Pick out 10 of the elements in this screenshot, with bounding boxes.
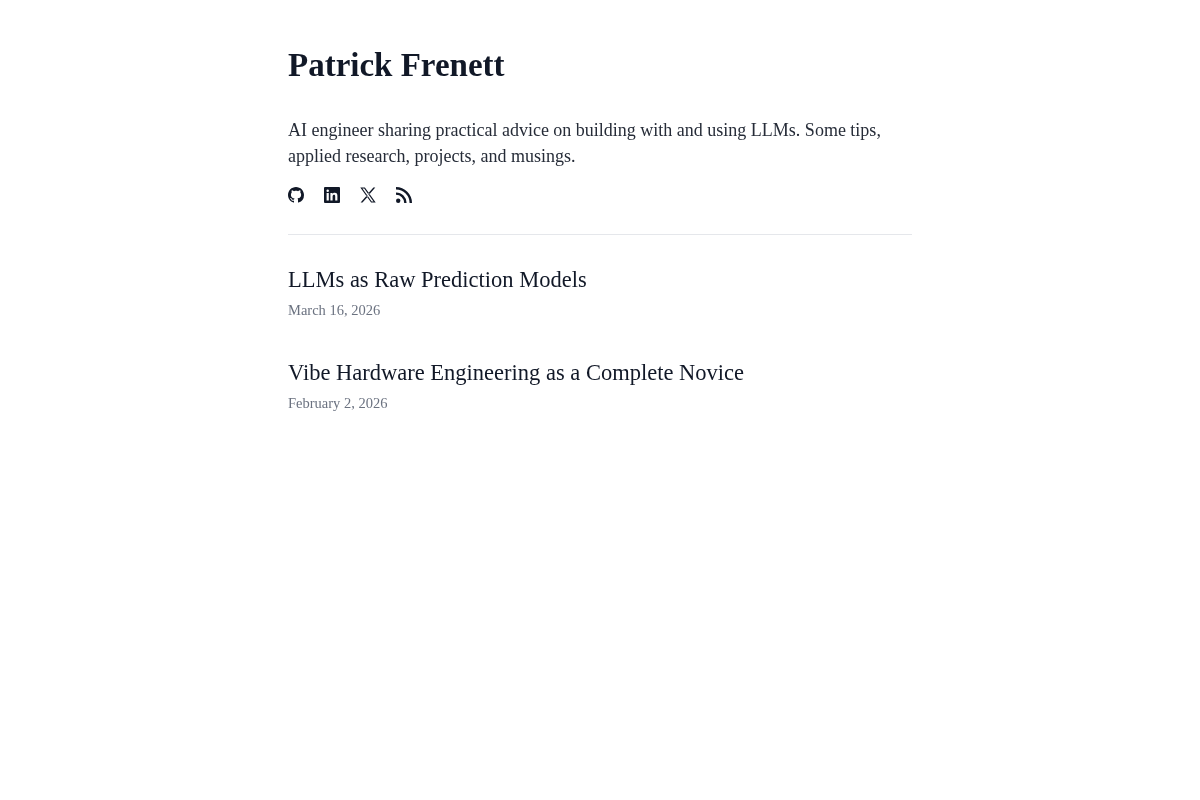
post-date: February 2, 2026 <box>288 394 389 414</box>
site-description: AI engineer sharing practical advice on building with and using LLMs. Some tips, applied research, projects, and musings. <box>288 118 882 168</box>
post-title-link[interactable]: LLMs as Raw Prediction Models <box>288 264 587 295</box>
github-icon[interactable] <box>288 186 304 203</box>
rss-icon[interactable] <box>396 186 412 203</box>
post-date: March 16, 2026 <box>288 301 382 321</box>
linkedin-icon[interactable] <box>324 186 340 203</box>
site-title: Patrick Frenett <box>288 46 506 85</box>
post-title-link[interactable]: Vibe Hardware Engineering as a Complete Novice <box>288 357 744 388</box>
x-icon[interactable] <box>360 186 376 203</box>
